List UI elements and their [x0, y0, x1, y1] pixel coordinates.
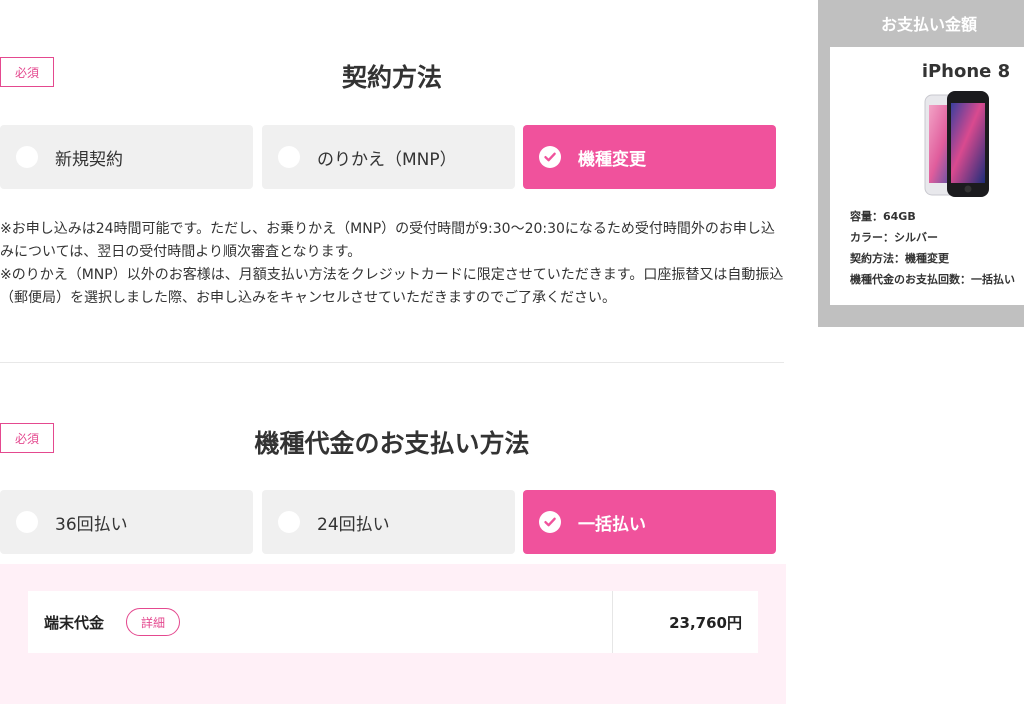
spec-color: カラー：シルバー — [850, 231, 938, 244]
payment-option-lump-sum[interactable]: 一括払い — [523, 490, 776, 554]
section-divider — [0, 362, 784, 363]
payment-option-24[interactable]: 24回払い — [262, 490, 515, 554]
contract-option-mnp[interactable]: のりかえ（MNP） — [262, 125, 515, 189]
product-name: iPhone 8 — [921, 61, 1011, 82]
payment-method-title: 機種代金のお支払い方法 — [254, 429, 530, 458]
option-label: 新規契約 — [55, 149, 123, 170]
detail-button[interactable]: 詳細 — [126, 608, 181, 636]
payment-summary-panel: お支払い金額 iPhone 8 容量：64GB カラー：シルバー 契約方法：機種… — [818, 0, 1024, 327]
column-divider — [612, 591, 613, 653]
check-icon — [539, 146, 561, 168]
contract-option-model-change[interactable]: 機種変更 — [523, 125, 776, 189]
option-label: のりかえ（MNP） — [317, 149, 457, 170]
option-label: 一括払い — [578, 514, 646, 535]
summary-header: お支払い金額 — [880, 15, 977, 34]
note-text: ※のりかえ（MNP）以外のお客様は、月額支払い方法をクレジットカードに限定させて… — [0, 267, 784, 306]
option-label: 機種変更 — [578, 149, 646, 170]
contract-notes: ※お申し込みは24時間可能です。ただし、お乗りかえ（MNP）の受付時間が9:30… — [0, 218, 784, 310]
option-label: 36回払い — [55, 514, 128, 535]
spec-capacity: 容量：64GB — [850, 210, 916, 223]
option-label: 24回払い — [317, 514, 390, 535]
device-price-label: 端末代金 — [44, 613, 105, 632]
spec-payment-count: 機種代金のお支払回数：一括払い — [850, 273, 1015, 286]
product-specs: 容量：64GB カラー：シルバー 契約方法：機種変更 機種代金のお支払回数：一括… — [850, 206, 1015, 290]
device-price-row: 端末代金 詳細 23,760円 — [28, 591, 758, 653]
summary-card: iPhone 8 容量：64GB カラー：シルバー 契約方法：機種変更 機種代金… — [830, 47, 1024, 305]
radio-icon — [278, 511, 300, 533]
contract-option-new[interactable]: 新規契約 — [0, 125, 253, 189]
spec-contract: 契約方法：機種変更 — [850, 252, 949, 265]
phone-image — [924, 91, 989, 197]
device-price-amount: 23,760円 — [669, 613, 742, 632]
radio-icon — [16, 511, 38, 533]
payment-option-36[interactable]: 36回払い — [0, 490, 253, 554]
note-text: ※お申し込みは24時間可能です。ただし、お乗りかえ（MNP）の受付時間が9:30… — [0, 221, 775, 260]
radio-icon — [16, 146, 38, 168]
check-icon — [539, 511, 561, 533]
radio-icon — [278, 146, 300, 168]
price-breakdown-area: 端末代金 詳細 23,760円 — [0, 564, 786, 704]
contract-method-title: 契約方法 — [341, 63, 442, 92]
